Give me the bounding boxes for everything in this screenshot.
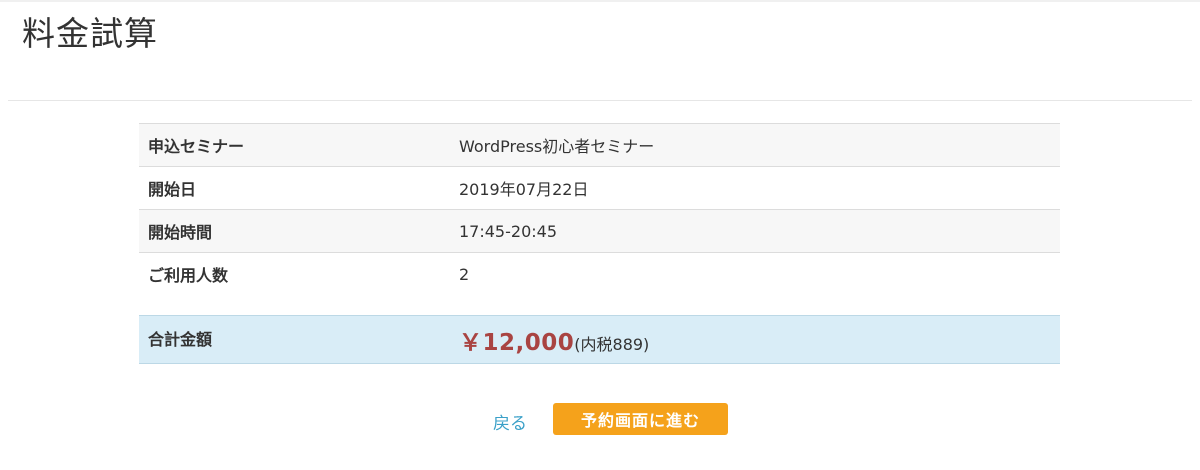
proceed-to-booking-button[interactable]: 予約画面に進む (553, 403, 728, 435)
total-label: 合計金額 (148, 329, 213, 349)
total-row: 合計金額 ￥12,000(内税889) (139, 316, 1060, 364)
back-link[interactable]: 戻る (493, 409, 527, 434)
table-row-participants: ご利用人数 2 (139, 252, 1060, 295)
table-row-start-time: 開始時間 17:45-20:45 (139, 209, 1060, 253)
table-row-seminar: 申込セミナー WordPress初心者セミナー (139, 123, 1060, 167)
title-divider (8, 100, 1192, 101)
start-date-value: 2019年07月22日 (453, 166, 1060, 210)
participants-value: 2 (453, 252, 1060, 295)
start-date-label: 開始日 (139, 166, 453, 210)
start-time-value: 17:45-20:45 (453, 209, 1060, 253)
total-table: 合計金額 ￥12,000(内税889) (139, 315, 1060, 364)
seminar-value: WordPress初心者セミナー (453, 123, 1060, 167)
page-title: 料金試算 (22, 14, 158, 53)
table-row-start-date: 開始日 2019年07月22日 (139, 166, 1060, 210)
total-amount: ￥12,000 (459, 329, 575, 356)
tax-note: (内税889) (574, 334, 650, 354)
start-time-label: 開始時間 (139, 209, 453, 253)
seminar-label: 申込セミナー (139, 123, 453, 167)
participants-label: ご利用人数 (139, 252, 453, 295)
total-value: ￥12,000(内税889) (453, 316, 1060, 364)
top-border (0, 0, 1200, 2)
details-table: 申込セミナー WordPress初心者セミナー 開始日 2019年07月22日 … (139, 123, 1060, 295)
